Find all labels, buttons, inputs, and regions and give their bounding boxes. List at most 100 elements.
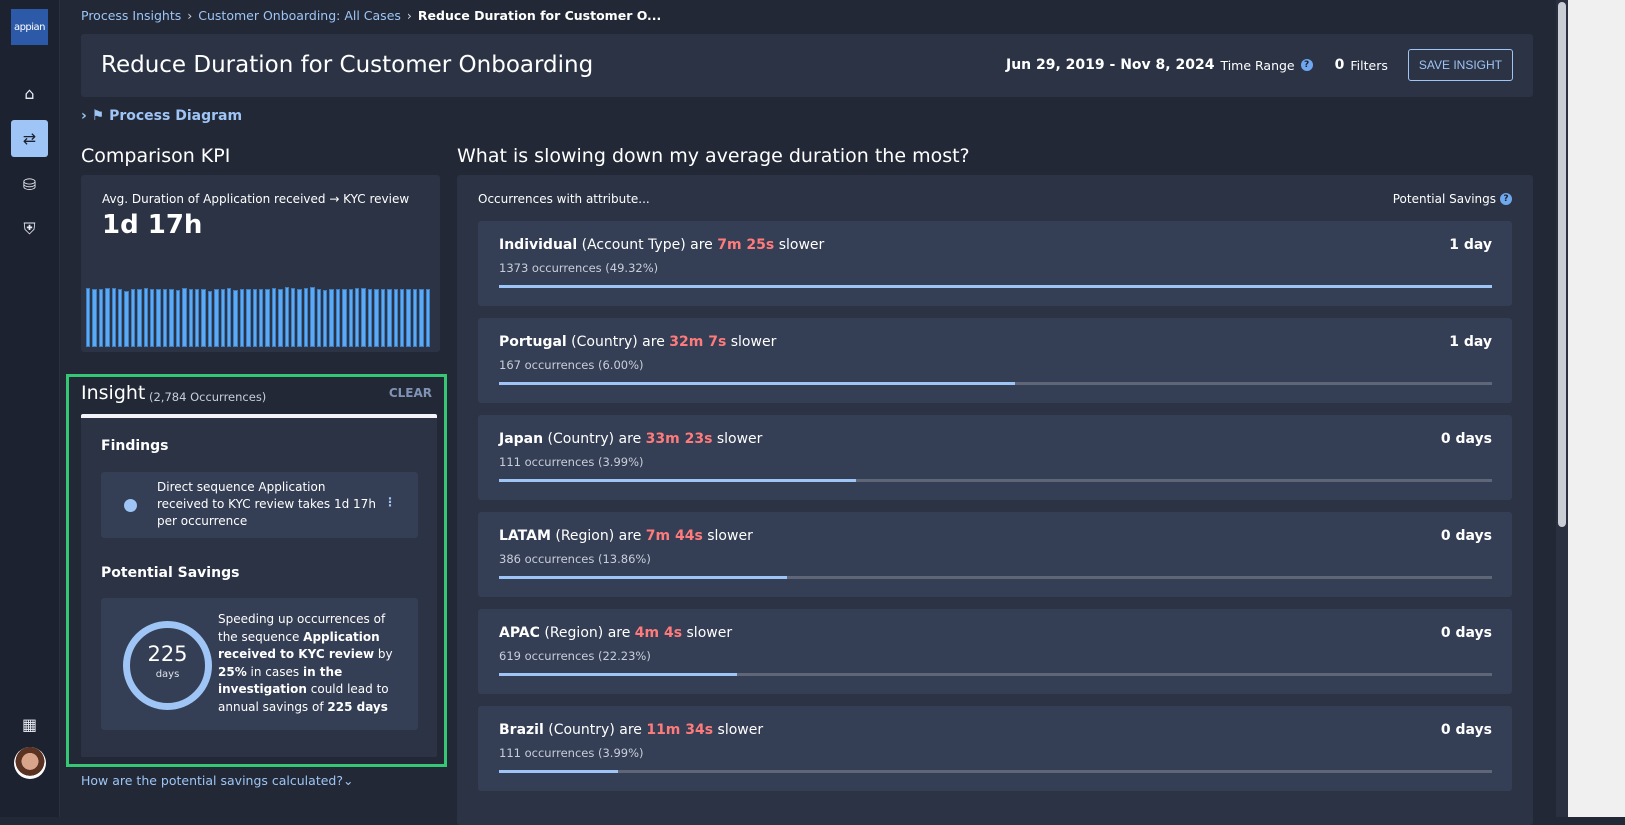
breadcrumb-process-insights[interactable]: Process Insights	[81, 8, 181, 23]
kpi-heading: Comparison KPI	[81, 145, 231, 167]
attribute-row[interactable]: Individual (Account Type) are 7m 25s slo…	[478, 221, 1512, 306]
scrollbar-thumb[interactable]	[1558, 2, 1566, 527]
attribute-row[interactable]: APAC (Region) are 4m 4s slower 619 occur…	[478, 609, 1512, 694]
help-icon[interactable]: ?	[1300, 59, 1313, 71]
appian-logo[interactable]: appian	[11, 9, 48, 45]
sparkline-bar	[367, 288, 373, 347]
sparkline-bar	[92, 288, 97, 347]
sparkline-bar	[387, 288, 392, 347]
sparkline-bar	[348, 288, 354, 347]
slower-delta: 11m 34s	[646, 722, 714, 738]
row-text: slower	[716, 431, 763, 447]
occurrence-count: 386 occurrences (13.86%)	[499, 552, 651, 566]
sparkline-bar	[393, 289, 398, 347]
kpi-card: Avg. Duration of Application received → …	[81, 175, 440, 352]
occurrence-count: 111 occurrences (3.99%)	[499, 746, 644, 760]
time-range-label: Time Range	[1220, 57, 1295, 73]
avatar[interactable]	[14, 747, 46, 779]
row-text: are	[618, 528, 642, 544]
finding-item: Direct sequence Application received to …	[101, 472, 418, 538]
attr-type: (Country)	[548, 722, 615, 738]
filters-count[interactable]: 0	[1335, 57, 1345, 73]
row-savings: 0 days	[1440, 528, 1492, 544]
occurrence-count: 1373 occurrences (49.32%)	[499, 261, 659, 275]
progress-track	[499, 382, 1492, 385]
breadcrumb-all-cases[interactable]: Customer Onboarding: All Cases	[198, 8, 401, 23]
sparkline-bar	[105, 288, 110, 347]
occurrence-count: 167 occurrences (6.00%)	[499, 358, 644, 372]
sparkline-bar	[201, 289, 206, 347]
scrollbar[interactable]	[1556, 0, 1568, 817]
insight-title: Insight	[81, 382, 146, 404]
attribute-row[interactable]: Portugal (Country) are 32m 7s slower 167…	[478, 318, 1512, 403]
breadcrumb: Process Insights › Customer Onboarding: Al…	[81, 8, 661, 23]
savings-heading: Potential Savings	[101, 565, 240, 581]
ring-value: 225	[147, 642, 188, 666]
sparkline-bar	[425, 288, 430, 347]
shield-icon[interactable]: ⛨	[11, 210, 48, 247]
attr-type: (Country)	[547, 431, 615, 447]
row-text: are	[690, 237, 713, 253]
row-savings: 1 day	[1449, 334, 1492, 350]
sparkline-bar	[169, 289, 174, 347]
sparkline-bar	[137, 288, 142, 347]
savings-card: 225 days Speeding up occurrences of the …	[101, 598, 418, 730]
process-diagram-toggle[interactable]: › ⚑ Process Diagram	[81, 108, 242, 124]
attr-value: Brazil	[499, 722, 544, 738]
row-text: are	[619, 722, 642, 738]
sparkline-bar	[380, 288, 386, 347]
attr-value: Japan	[499, 431, 544, 447]
slower-delta: 7m 25s	[717, 237, 775, 253]
progress-track	[499, 673, 1492, 676]
sparkline-bar	[233, 289, 238, 347]
date-range[interactable]: Jun 29, 2019 - Nov 8, 2024	[1006, 57, 1214, 73]
kpi-value: 1d 17h	[102, 210, 203, 240]
occurrence-count: 619 occurrences (22.23%)	[499, 649, 651, 663]
attr-value: Individual	[499, 237, 578, 253]
row-savings: 0 days	[1440, 722, 1492, 738]
breadcrumb-current: Reduce Duration for Customer O...	[417, 8, 662, 23]
grid-icon[interactable]: ▦	[11, 706, 48, 743]
how-calculated-link[interactable]: How are the potential savings calculated…	[81, 773, 353, 788]
filters-label[interactable]: Filters	[1350, 58, 1387, 73]
progress-track	[499, 479, 1492, 482]
attribute-row[interactable]: Japan (Country) are 33m 23s slower 111 o…	[478, 415, 1512, 500]
progress-fill	[499, 770, 619, 773]
row-text: are	[642, 334, 665, 350]
attr-value: APAC	[499, 625, 540, 641]
attribute-row[interactable]: Brazil (Country) are 11m 34s slower 111 …	[478, 706, 1512, 791]
row-title: Japan (Country) are 33m 23s slower	[499, 431, 762, 447]
finding-text: Direct sequence Application received to …	[157, 480, 376, 528]
chevron-right-icon: ›	[406, 8, 412, 23]
row-text: slower	[730, 334, 777, 350]
sparkline-bar	[194, 288, 200, 347]
save-insight-button[interactable]: SAVE INSIGHT	[1407, 49, 1513, 81]
map-icon: ⚑	[91, 108, 105, 124]
chevron-right-icon: ›	[187, 8, 193, 23]
slower-delta: 7m 44s	[645, 528, 703, 544]
sparkline-bar	[278, 288, 283, 347]
attr-type: (Region)	[544, 625, 604, 641]
sparkline-bar	[143, 288, 149, 347]
attr-value: Portugal	[499, 334, 567, 350]
sparkline-bar	[124, 291, 129, 347]
attribute-row[interactable]: LATAM (Region) are 7m 44s slower 386 occ…	[478, 512, 1512, 597]
how-calculated-label: How are the potential savings calculated…	[81, 773, 343, 788]
progress-fill	[499, 479, 857, 482]
process-icon[interactable]: ⇄	[11, 120, 48, 157]
database-icon[interactable]: ⛁	[11, 166, 48, 203]
sparkline-bar	[188, 288, 193, 347]
sparkline-bar	[98, 288, 104, 347]
row-title: Brazil (Country) are 11m 34s slower	[499, 722, 763, 738]
sparkline-bar	[246, 289, 251, 347]
help-icon[interactable]: ?	[1500, 193, 1512, 205]
clear-button[interactable]: CLEAR	[389, 386, 432, 400]
home-icon[interactable]: ⌂	[11, 75, 48, 112]
more-options-icon[interactable]: ⋮	[384, 494, 396, 511]
sparkline-bar	[239, 288, 245, 347]
row-text: slower	[778, 237, 825, 253]
sparkline-bar	[175, 289, 181, 347]
row-savings: 1 day	[1449, 237, 1492, 253]
process-diagram-label: Process Diagram	[109, 108, 243, 124]
sparkline-bar	[130, 289, 136, 347]
